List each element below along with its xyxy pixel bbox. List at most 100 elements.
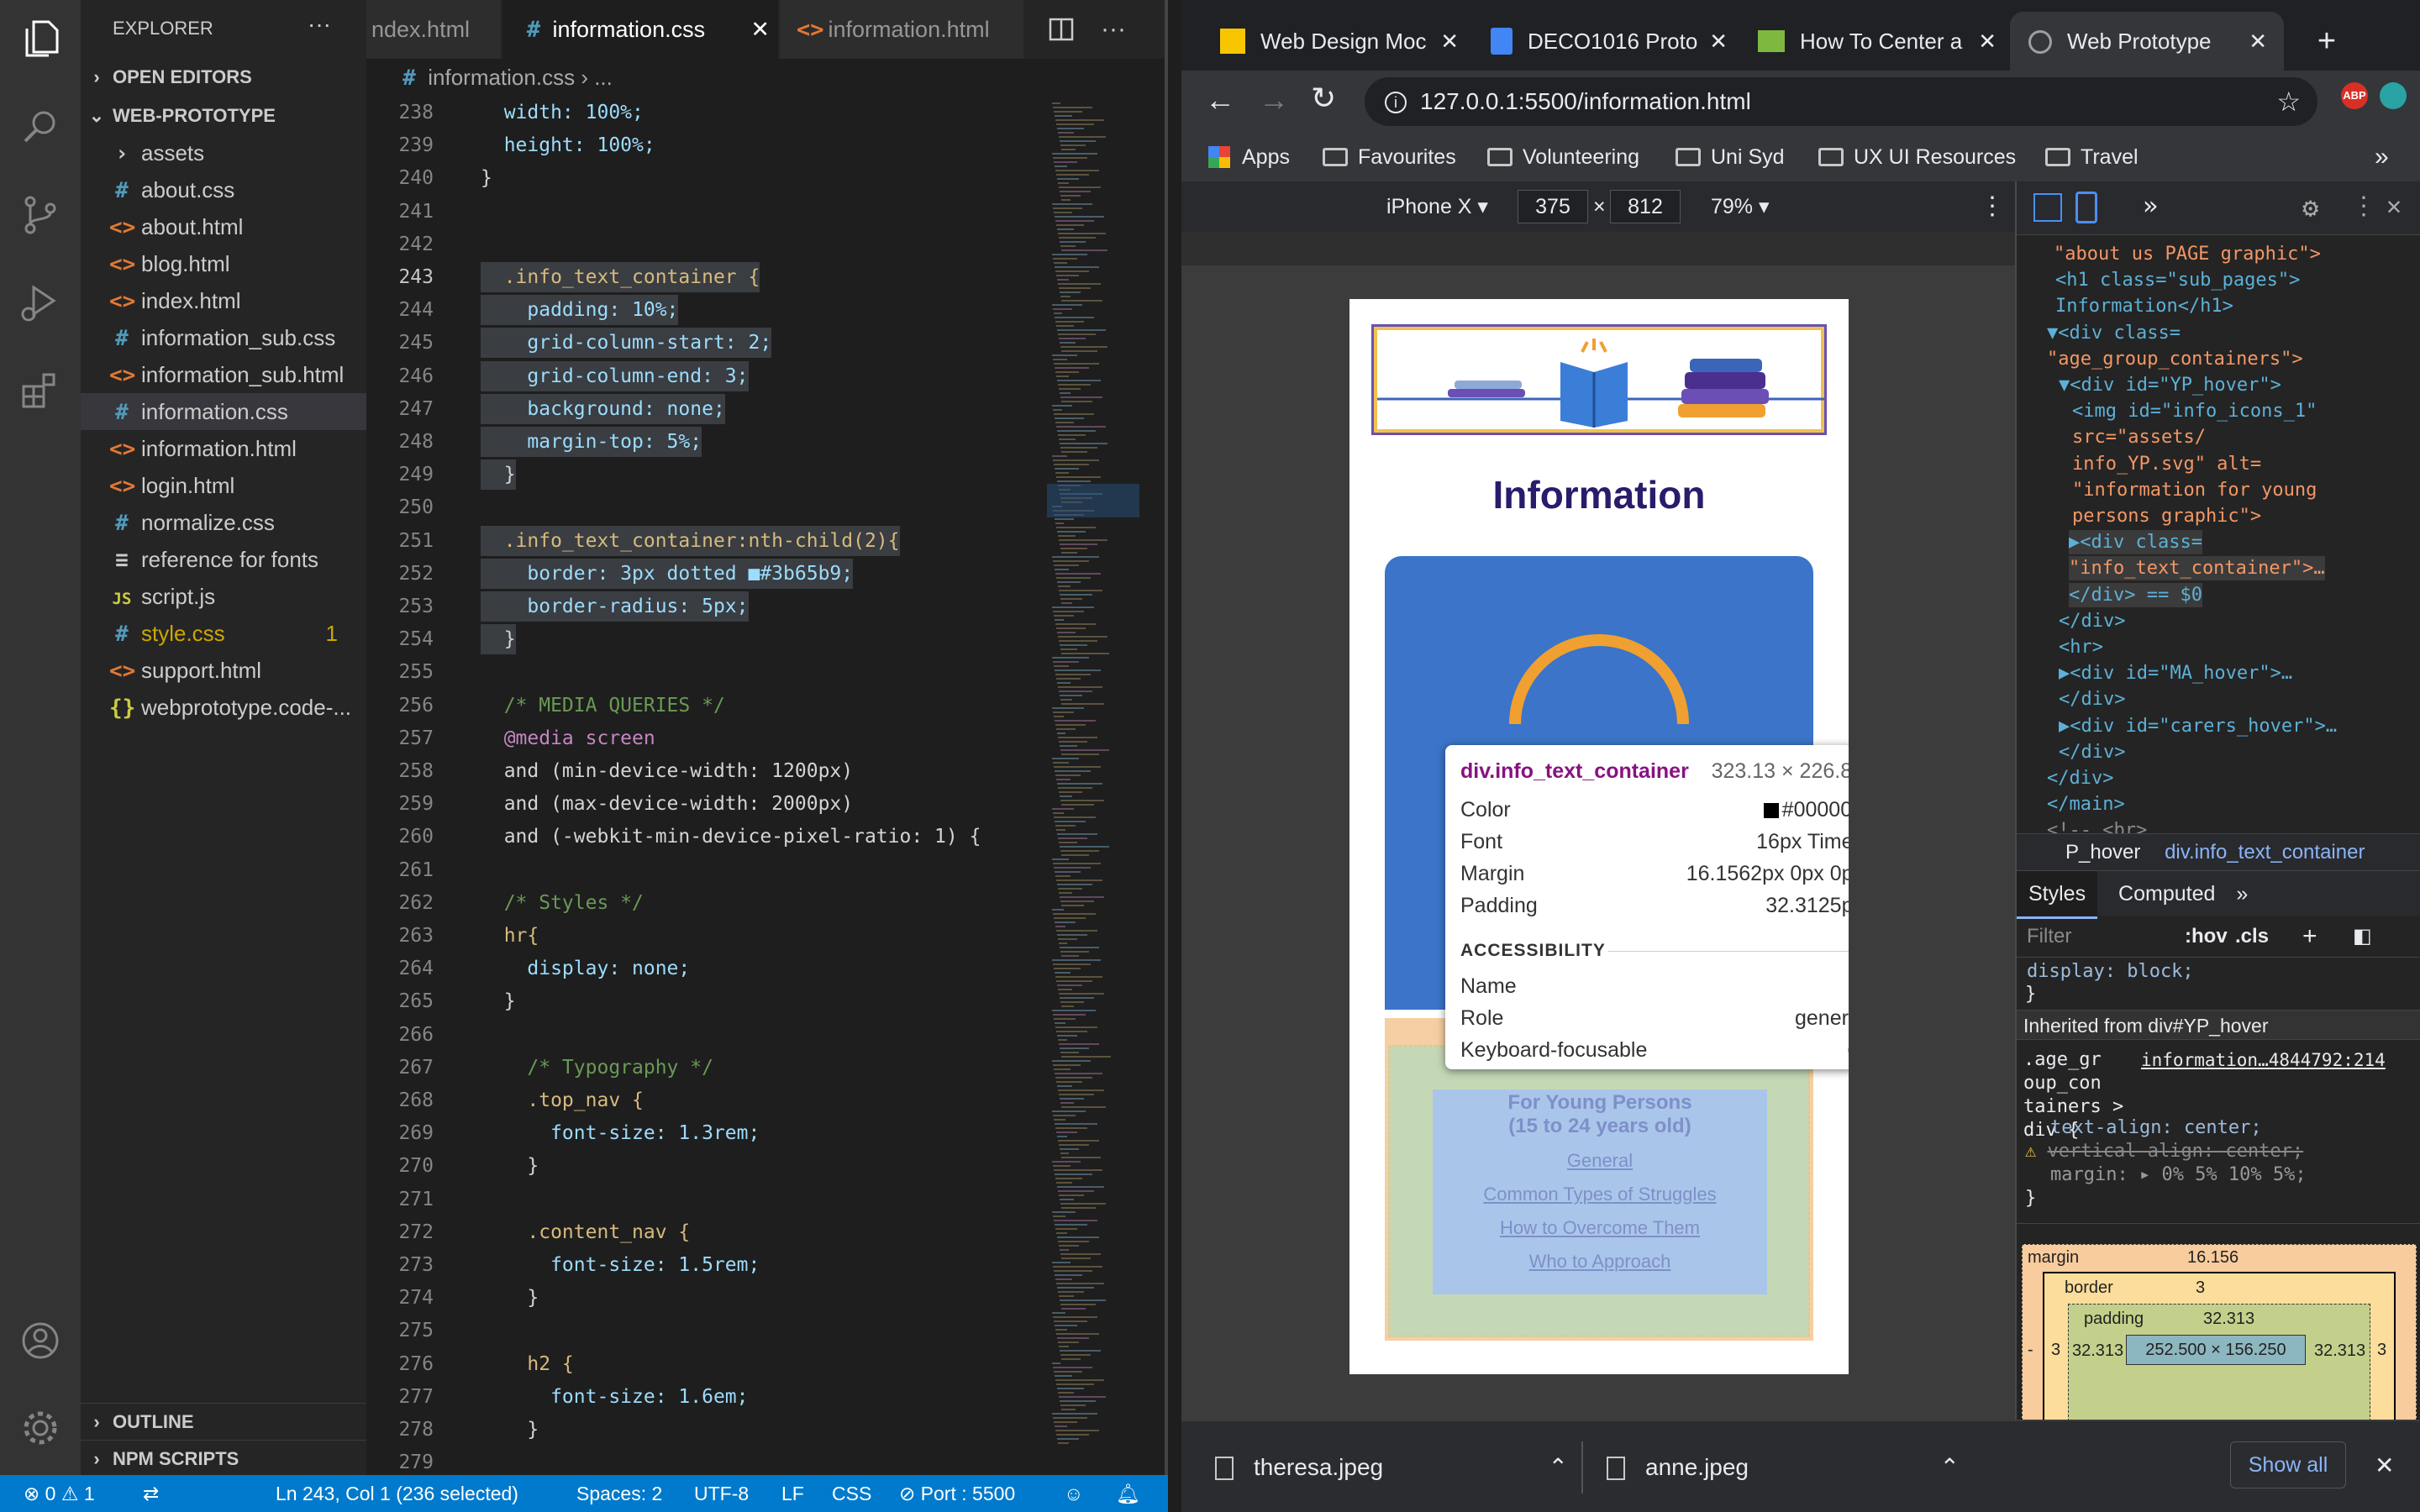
bookmark-folder-uni-syd[interactable]: Uni Syd [1676,133,1785,181]
extension-m-icon[interactable] [2380,82,2407,109]
dom-node-line[interactable]: </div> == $0 [2069,582,2202,607]
dom-node-line[interactable]: ▼<div class= [2047,321,2181,345]
dom-node-line[interactable]: ▶<div id="carers_hover">… [2059,714,2337,738]
dom-node-line[interactable]: </div> [2059,687,2125,711]
search-icon[interactable] [15,102,66,153]
dom-node-line[interactable]: <h1 class="sub_pages"> [2055,268,2300,292]
emulated-page[interactable]: Information For Young Persons (15 to 24 … [1349,299,1849,1374]
language-mode[interactable]: CSS [832,1475,871,1512]
close-tab-icon[interactable]: ✕ [750,0,770,59]
split-editor-icon[interactable] [1047,0,1081,59]
eol-setting[interactable]: LF [781,1475,804,1512]
browser-tab-web-prototype[interactable]: Web Prototype ✕ [2010,12,2284,71]
device-width-input[interactable]: 375 [1518,190,1588,223]
file-item[interactable]: <> information_sub.html [81,356,366,393]
bookmark-star-icon[interactable]: ☆ [2276,77,2301,126]
explorer-icon[interactable] [15,12,66,62]
close-devtools-icon[interactable]: ✕ [2386,192,2402,221]
zoom-select[interactable]: 79% ▾ [1711,181,1770,232]
settings-gear-icon[interactable] [15,1403,66,1453]
dom-node-line[interactable]: src="assets/ [2072,425,2206,449]
inspect-element-icon[interactable] [2033,193,2062,222]
editor-more-icon[interactable]: ··· [1101,0,1143,59]
tab-information-html[interactable]: <> information.html [780,0,1023,59]
dom-node-line[interactable]: ▶<div id="MA_hover">… [2059,661,2292,685]
minimap[interactable] [1047,97,1139,1475]
indentation-setting[interactable]: Spaces: 2 [576,1475,662,1512]
problems-indicator[interactable]: ⊗ 0 ⚠ 1 [24,1475,95,1512]
close-tab-icon[interactable]: ✕ [1709,12,1728,71]
device-more-icon[interactable]: ⋮ [1980,181,2005,232]
tab-computed[interactable]: Computed [2118,882,2215,906]
file-item[interactable]: <> support.html [81,652,366,689]
chevron-up-icon[interactable]: ⌃ [1549,1445,1568,1490]
cursor-position[interactable]: Ln 243, Col 1 (236 selected) [276,1475,518,1512]
site-info-icon[interactable]: i [1385,92,1407,113]
crumb-info-text-container[interactable]: div.info_text_container [2165,841,2365,864]
link-general[interactable]: General [1433,1150,1767,1172]
npm-scripts-section[interactable]: › NPM SCRIPTS [81,1440,366,1475]
back-arrow-icon[interactable]: ← [1205,82,1235,118]
editor-scrollbar[interactable] [1139,97,1168,1475]
address-bar[interactable]: i 127.0.0.1:5500/information.html ☆ [1365,77,2317,126]
breadcrumb-file[interactable]: information.css [428,65,575,90]
close-tab-icon[interactable]: ✕ [1440,12,1459,71]
tab-index-html[interactable]: ndex.html [366,0,501,59]
dom-node-line[interactable]: ▼<div id="YP_hover"> [2059,373,2281,397]
dom-node-line[interactable]: <img id="info_icons_1" [2072,399,2317,423]
download-item-theresa[interactable]: theresa.jpeg ⌃ [1215,1445,1568,1490]
bookmark-folder-travel[interactable]: Travel [2045,133,2139,181]
hover-state-toggle[interactable]: :hov [2185,916,2228,958]
outline-section[interactable]: › OUTLINE [81,1403,366,1440]
reload-icon[interactable]: ↻ [1311,81,1336,116]
file-item[interactable]: # normalize.css [81,504,366,541]
decl-margin[interactable]: margin: ▸ 0% 5% 10% 5%; [2050,1163,2307,1187]
dom-tree[interactable]: "about us PAGE graphic"> <h1 class="sub_p… [2017,235,2420,833]
link-common-struggles[interactable]: Common Types of Struggles [1433,1184,1767,1205]
feedback-icon[interactable]: ☺ [1064,1475,1083,1512]
file-item[interactable]: # about.css [81,171,366,208]
apps-bookmark[interactable]: Apps [1208,133,1290,181]
sidebar-toggle-icon[interactable]: ◧ [2353,916,2372,958]
file-item[interactable]: <> login.html [81,467,366,504]
close-downloads-icon[interactable]: ✕ [2375,1452,2394,1479]
add-rule-icon[interactable]: + [2302,916,2317,958]
extensions-icon[interactable] [15,365,66,415]
download-item-anne[interactable]: anne.jpeg ⌃ [1607,1445,1960,1490]
bookmark-folder-favourites[interactable]: Favourites [1323,133,1456,181]
device-select[interactable]: iPhone X ▾ [1386,181,1488,232]
file-item[interactable]: <> blog.html [81,245,366,282]
rule-source-link[interactable]: information…4844792:214 [2141,1048,2386,1073]
more-actions-icon[interactable]: ··· [308,10,341,47]
notifications-bell-icon[interactable]: 🔔︎ [1116,1475,1140,1512]
decl-text-align[interactable]: text-align: center; [2050,1116,2262,1140]
dom-node-line[interactable]: "about us PAGE graphic"> [2054,242,2321,266]
source-control-icon[interactable] [15,190,66,240]
live-share-icon[interactable]: ⇄ [143,1475,159,1512]
close-tab-icon[interactable]: ✕ [2249,12,2267,71]
decl-vertical-align[interactable]: ⚠ vertical-align: center; [2025,1139,2303,1163]
devtools-menu-icon[interactable]: ⋮ [2351,192,2376,221]
dom-node-line[interactable]: info_YP.svg" alt= [2072,452,2261,476]
file-item[interactable]: ≡ reference for fonts [81,541,366,578]
more-bookmarks-icon[interactable]: » [2375,133,2389,181]
link-overcome[interactable]: How to Overcome Them [1433,1217,1767,1239]
file-item[interactable]: # information_sub.css [81,319,366,356]
file-item[interactable]: <> information.html [81,430,366,467]
devtools-settings-gear-icon[interactable]: ⚙ [2302,192,2318,223]
tab-styles[interactable]: Styles [2017,871,2098,919]
adblock-extension-icon[interactable]: ABP [2341,82,2368,109]
live-server-port[interactable]: ⊘ Port : 5500 [899,1475,1015,1512]
browser-tab-web-design[interactable]: Web Design Moc ✕ [1202,12,1469,71]
dom-node-line[interactable]: </div> [2059,740,2125,764]
dom-node-line[interactable]: "information for young [2072,478,2317,502]
show-all-button[interactable]: Show all [2230,1441,2346,1488]
dom-node-line[interactable]: </div> [2059,609,2125,633]
dom-node-line[interactable]: "info_text_container">… [2069,556,2325,581]
device-toggle-icon[interactable] [2075,192,2097,223]
dom-node-line[interactable]: </div> [2047,766,2113,790]
dom-node-line[interactable]: <!-- <br> [2047,818,2147,833]
file-item[interactable]: {} webprototype.code-... [81,689,366,726]
file-item[interactable]: JS script.js [81,578,366,615]
device-height-input[interactable]: 812 [1610,190,1681,223]
